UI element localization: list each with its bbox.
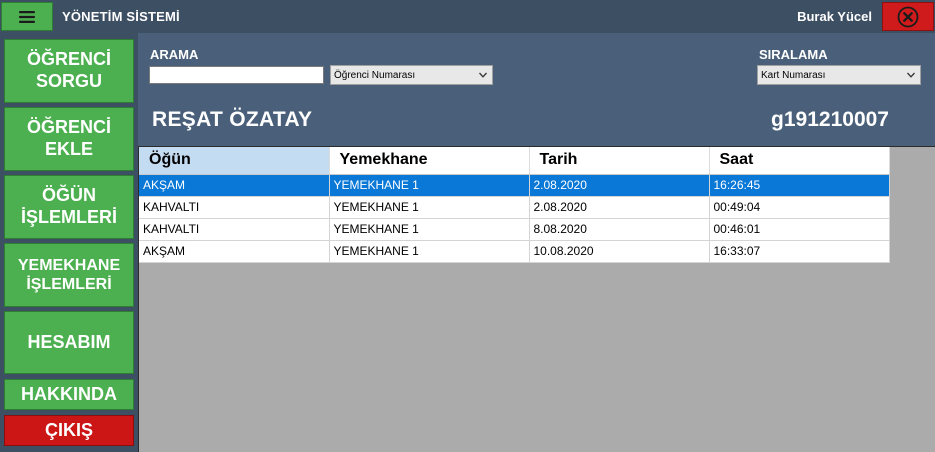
meal-history-grid: Öğün Yemekhane Tarih Saat AKŞAM YEMEKHAN… xyxy=(138,146,935,452)
column-header-tarih[interactable]: Tarih xyxy=(529,147,710,175)
cell-saat: 00:49:04 xyxy=(709,196,890,219)
cell-yemekhane: YEMEKHANE 1 xyxy=(329,174,530,197)
nav-label: ÇIKIŞ xyxy=(44,419,93,440)
nav-label: HESABIM xyxy=(27,331,111,352)
close-circle-icon xyxy=(897,6,919,27)
search-field-select-value: Öğrenci Numarası xyxy=(334,69,416,81)
table-row[interactable]: AKŞAM YEMEKHANE 1 10.08.2020 16:33:07 xyxy=(139,240,890,263)
cell-tarih: 10.08.2020 xyxy=(529,240,710,263)
nav-hakkinda-button[interactable]: HAKKINDA xyxy=(4,379,134,410)
nav-ogrenci-ekle-button[interactable]: ÖĞRENCİ EKLE xyxy=(4,107,134,171)
menu-button[interactable] xyxy=(1,2,53,31)
search-field-select[interactable]: Öğrenci Numarası xyxy=(330,65,493,85)
nav-label: ÖĞRENCİ xyxy=(26,49,111,70)
nav-label: YEMEKHANE xyxy=(17,256,121,274)
column-header-ogun[interactable]: Öğün xyxy=(139,147,330,175)
cell-tarih: 2.08.2020 xyxy=(529,196,710,219)
main-panel: ARAMA Öğrenci Numarası SIRALAMA Kart Num… xyxy=(138,33,935,452)
hamburger-icon xyxy=(19,10,35,23)
cell-tarih: 2.08.2020 xyxy=(529,174,710,197)
meal-history-table: Öğün Yemekhane Tarih Saat AKŞAM YEMEKHAN… xyxy=(139,147,890,263)
cell-yemekhane: YEMEKHANE 1 xyxy=(329,240,530,263)
nav-label: ÖĞÜN xyxy=(41,185,96,206)
cell-saat: 16:33:07 xyxy=(709,240,890,263)
cell-ogun: KAHVALTI xyxy=(139,218,330,241)
cell-saat: 00:46:01 xyxy=(709,218,890,241)
title-bar: YÖNETİM SİSTEMİ Burak Yücel xyxy=(0,0,935,33)
nav-label: İŞLEMLERİ xyxy=(20,207,117,227)
nav-label: ÖĞRENCİ xyxy=(26,117,111,138)
search-label: ARAMA xyxy=(150,47,199,62)
nav-label: EKLE xyxy=(44,139,93,159)
nav-cikis-button[interactable]: ÇIKIŞ xyxy=(4,415,134,446)
student-number: g191210007 xyxy=(771,108,889,131)
nav-ogun-islemleri-button[interactable]: ÖĞÜN İŞLEMLERİ xyxy=(4,175,134,239)
table-row[interactable]: KAHVALTI YEMEKHANE 1 8.08.2020 00:46:01 xyxy=(139,218,890,241)
cell-yemekhane: YEMEKHANE 1 xyxy=(329,196,530,219)
nav-ogrenci-sorgu-button[interactable]: ÖĞRENCİ SORGU xyxy=(4,39,134,103)
close-button[interactable] xyxy=(882,2,934,31)
user-name: Burak Yücel xyxy=(797,9,872,24)
cell-ogun: AKŞAM xyxy=(139,240,330,263)
nav-label: İŞLEMLERİ xyxy=(26,276,112,293)
table-header-row: Öğün Yemekhane Tarih Saat xyxy=(139,147,890,175)
cell-tarih: 8.08.2020 xyxy=(529,218,710,241)
nav-hesabim-button[interactable]: HESABIM xyxy=(4,311,134,374)
column-header-yemekhane[interactable]: Yemekhane xyxy=(329,147,530,175)
table-row[interactable]: KAHVALTI YEMEKHANE 1 2.08.2020 00:49:04 xyxy=(139,196,890,219)
nav-label: SORGU xyxy=(35,71,102,91)
nav-yemekhane-islemleri-button[interactable]: YEMEKHANE İŞLEMLERİ xyxy=(4,243,134,307)
nav-label: HAKKINDA xyxy=(21,383,117,404)
cell-ogun: KAHVALTI xyxy=(139,196,330,219)
sort-select-value: Kart Numarası xyxy=(761,69,826,81)
sidebar: ÖĞRENCİ SORGU ÖĞRENCİ EKLE ÖĞÜN İŞLEMLERİ Y… xyxy=(0,33,138,452)
student-name: REŞAT ÖZATAY xyxy=(152,108,313,131)
chevron-down-icon xyxy=(907,72,915,78)
cell-yemekhane: YEMEKHANE 1 xyxy=(329,218,530,241)
cell-saat: 16:26:45 xyxy=(709,174,890,197)
table-row[interactable]: AKŞAM YEMEKHANE 1 2.08.2020 16:26:45 xyxy=(139,174,890,197)
app-title: YÖNETİM SİSTEMİ xyxy=(62,9,180,24)
sort-label: SIRALAMA xyxy=(759,47,828,62)
column-header-saat[interactable]: Saat xyxy=(709,147,890,175)
chevron-down-icon xyxy=(479,72,487,78)
sort-select[interactable]: Kart Numarası xyxy=(757,65,921,85)
search-input[interactable] xyxy=(149,66,324,84)
cell-ogun: AKŞAM xyxy=(139,174,330,197)
